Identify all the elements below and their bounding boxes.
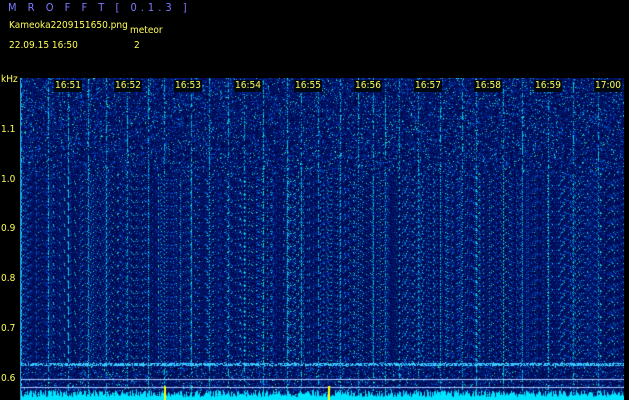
freq-tick-label: 0.8 (1, 273, 16, 284)
time-marker-label: 16:51 (54, 80, 82, 92)
time-marker-label: 16:52 (114, 80, 142, 92)
timestamp: 22.09.15 16:50 (9, 40, 78, 51)
time-marker-label: 16:58 (474, 80, 502, 92)
freq-tick-label: 1.0 (1, 174, 16, 185)
app-title: M R O F F T [ 0.1.3 ] (8, 1, 191, 14)
meteor-label: meteor (130, 25, 163, 36)
frequency-axis-unit: kHz (1, 74, 18, 85)
meteor-count: 2 (134, 40, 140, 51)
time-marker-label: 16:57 (414, 80, 442, 92)
freq-tick-label: 0.6 (1, 373, 16, 384)
freq-tick-label: 1.1 (1, 124, 16, 135)
time-marker-label: 16:59 (534, 80, 562, 92)
freq-tick-label: 0.9 (1, 223, 16, 234)
freq-tick-label: 0.7 (1, 323, 16, 334)
frequency-axis-line (20, 78, 21, 400)
time-marker-label: 16:54 (234, 80, 262, 92)
time-marker-label: 16:56 (354, 80, 382, 92)
time-marker-label: 16:55 (294, 80, 322, 92)
time-marker-label: 16:53 (174, 80, 202, 92)
spectrogram-canvas (21, 78, 624, 400)
time-marker-label: 17:00 (594, 80, 622, 92)
file-name: Kameoka2209151650.png (9, 20, 128, 31)
